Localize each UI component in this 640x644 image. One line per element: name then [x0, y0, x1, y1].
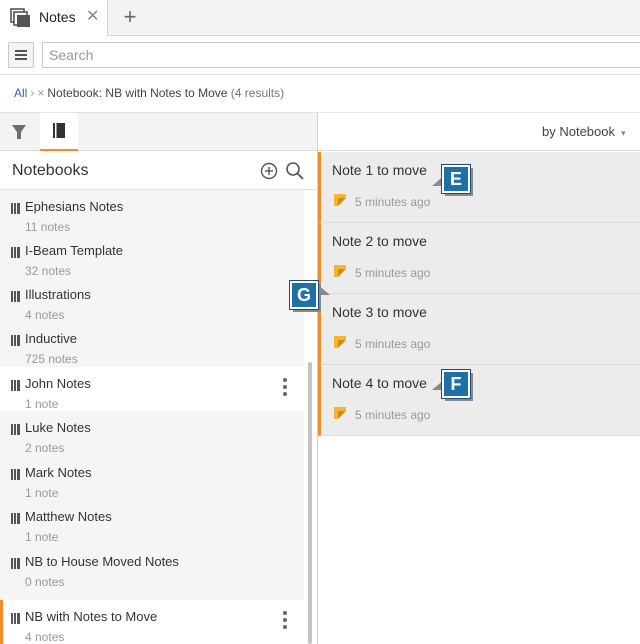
notebook-count: 0 notes [25, 575, 65, 589]
notes-list: Note 1 to move 5 minutes ago Note 2 to m… [318, 152, 640, 644]
notes-icon [10, 8, 32, 28]
note-timestamp: 5 minutes ago [355, 266, 431, 280]
list-item[interactable]: John Notes 1 note [0, 367, 304, 411]
more-options-icon[interactable] [280, 378, 290, 398]
filter-icon [12, 125, 26, 139]
search-input[interactable] [42, 42, 640, 68]
tab-label: Notes [39, 9, 76, 25]
notebook-name: Illustrations [25, 287, 91, 302]
notebook-icon [11, 611, 21, 624]
note-item[interactable]: Note 4 to move 5 minutes ago [318, 365, 640, 436]
callout-pointer [316, 283, 330, 295]
notebook-name: Matthew Notes [25, 509, 112, 524]
tab-notes[interactable]: Notes ✕ [0, 0, 108, 36]
list-item[interactable]: Mark Notes 1 note [0, 456, 304, 500]
notebook-name: Mark Notes [25, 465, 92, 480]
notebook-icon [11, 201, 21, 214]
menu-icon [15, 50, 27, 52]
note-timestamp: 5 minutes ago [355, 408, 431, 422]
notebook-name: Inductive [25, 331, 78, 346]
notebook-icon [11, 378, 21, 391]
note-timestamp: 5 minutes ago [355, 195, 431, 209]
list-item[interactable]: NB to House Moved Notes 0 notes [0, 545, 304, 589]
menu-button[interactable] [8, 42, 34, 68]
notebook-count: 32 notes [25, 264, 72, 278]
notebook-list: Ephesians Notes 11 notes I-Beam Template… [0, 190, 304, 644]
tab-notebooks[interactable] [40, 113, 78, 151]
list-item[interactable]: Ephesians Notes 11 notes [0, 190, 304, 234]
callout-marker-e: E [442, 165, 470, 193]
notebook-count: 4 notes [25, 308, 65, 322]
remove-filter-icon[interactable]: × [37, 86, 44, 100]
notebook-count: 4 notes [25, 630, 65, 644]
notebook-count: 11 notes [25, 220, 71, 234]
note-item[interactable]: Note 1 to move 5 minutes ago [318, 152, 640, 223]
notebook-icon [11, 467, 21, 480]
notebook-count: 2 notes [25, 441, 65, 455]
results-count: (4 results) [230, 86, 285, 100]
breadcrumb-separator: › [30, 86, 35, 100]
search-icon [286, 162, 304, 180]
callout-marker-g: G [290, 281, 318, 309]
notebook-icon [11, 422, 21, 435]
add-circle-icon [260, 162, 278, 180]
note-item[interactable]: Note 3 to move 5 minutes ago [318, 294, 640, 365]
notebook-icon [11, 556, 21, 569]
notebook-icon [53, 123, 65, 138]
notebook-name: NB to House Moved Notes [25, 554, 179, 569]
tab-filter[interactable] [0, 113, 38, 151]
list-item[interactable]: Matthew Notes 1 note [0, 500, 304, 544]
note-title: Note 3 to move [332, 304, 427, 320]
list-item-selected[interactable]: NB with Notes to Move 4 notes [0, 600, 304, 644]
note-title: Note 4 to move [332, 375, 427, 391]
close-icon[interactable]: ✕ [86, 7, 99, 27]
note-title: Note 1 to move [332, 162, 427, 178]
notebook-count: 725 notes [25, 352, 78, 366]
callout-marker-f: F [442, 370, 470, 398]
list-item[interactable]: I-Beam Template 32 notes [0, 234, 304, 278]
sticky-note-icon [334, 407, 346, 419]
add-notebook-button[interactable] [260, 162, 278, 180]
note-item[interactable]: Note 2 to move 5 minutes ago [318, 223, 640, 294]
notebook-icon [11, 245, 21, 258]
notebook-count: 1 note [25, 530, 59, 544]
sticky-note-icon [334, 265, 346, 277]
notebook-name: Luke Notes [25, 420, 91, 435]
notebook-name: I-Beam Template [25, 243, 124, 258]
sticky-note-icon [334, 194, 346, 206]
divider [0, 74, 640, 75]
notebook-name: John Notes [25, 376, 91, 391]
sticky-note-icon [334, 336, 346, 348]
notebook-icon [11, 511, 21, 524]
breadcrumb-all-link[interactable]: All [14, 86, 27, 100]
sort-label: by Notebook [542, 124, 615, 139]
breadcrumb-filter-label: Notebook: NB with Notes to Move [47, 86, 228, 100]
add-tab-button[interactable]: + [120, 4, 140, 30]
note-title: Note 2 to move [332, 233, 427, 249]
list-item[interactable]: Illustrations 4 notes [0, 278, 304, 322]
notebook-name: NB with Notes to Move [25, 609, 158, 624]
search-notebooks-button[interactable] [285, 161, 305, 181]
notebooks-header: Notebooks [0, 152, 318, 190]
scrollbar-thumb[interactable] [308, 362, 312, 644]
panel-title: Notebooks [12, 162, 89, 179]
notebook-count: 1 note [25, 397, 59, 411]
tab-bar: Notes ✕ + [0, 0, 640, 36]
notebook-name: Ephesians Notes [25, 199, 124, 214]
notebook-icon [11, 289, 21, 302]
breadcrumb: All › × Notebook: NB with Notes to Move (4 … [14, 86, 284, 100]
note-timestamp: 5 minutes ago [355, 337, 431, 351]
sort-dropdown[interactable]: by Notebook ▾ [542, 124, 626, 139]
list-item[interactable]: Luke Notes 2 notes [0, 411, 304, 455]
chevron-down-icon: ▾ [621, 128, 626, 138]
notebook-icon [11, 333, 21, 346]
notebook-count: 1 note [25, 486, 59, 500]
more-options-icon[interactable] [280, 611, 290, 631]
list-item[interactable]: Inductive 725 notes [0, 322, 304, 366]
